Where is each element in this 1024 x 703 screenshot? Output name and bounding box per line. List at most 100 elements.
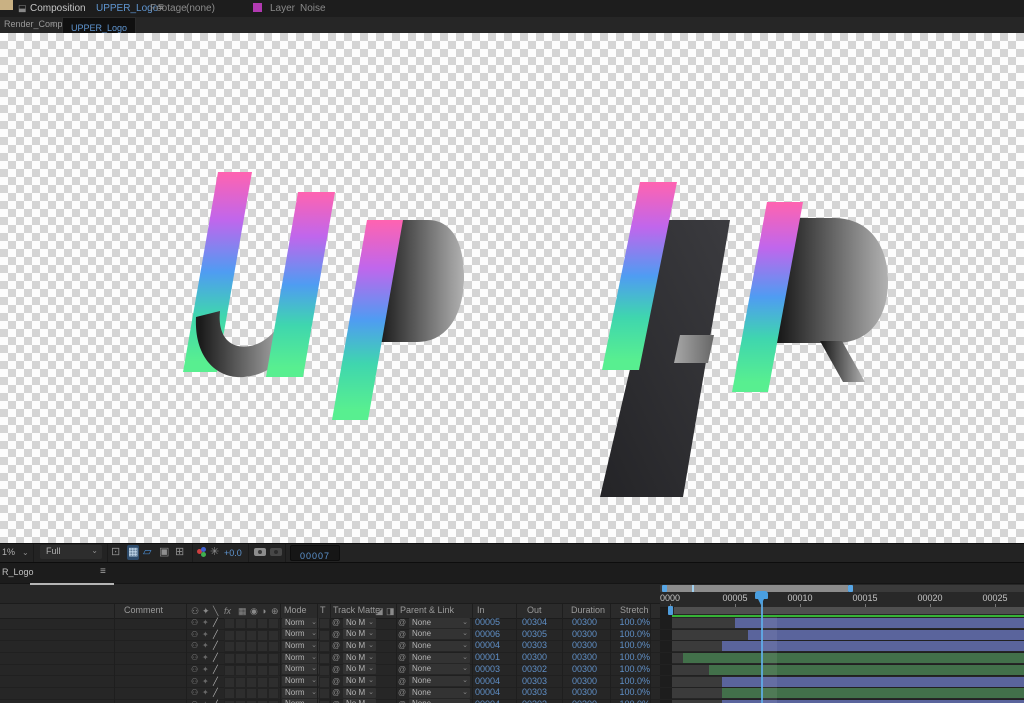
layer-switch-cell[interactable] xyxy=(268,676,279,688)
in-value[interactable]: 00004 xyxy=(460,699,500,703)
pickwhip-icon[interactable]: @ xyxy=(398,676,406,687)
region-of-interest-icon[interactable]: ▣ xyxy=(159,545,169,560)
out-value[interactable]: 00305 xyxy=(507,629,547,640)
timeline-tab[interactable]: R_Logo xyxy=(2,567,34,577)
pickwhip-icon[interactable]: @ xyxy=(332,652,340,663)
tab-footage-name[interactable]: (none) xyxy=(186,3,215,14)
exposure-value[interactable]: +0.0 xyxy=(224,548,242,558)
transparency-grid-icon[interactable]: ▦ xyxy=(127,545,140,560)
stretch-value[interactable]: 100.0% xyxy=(605,652,650,663)
collapse-icon[interactable]: ✦ xyxy=(202,676,209,687)
layer-switch-cell[interactable] xyxy=(235,688,246,700)
layer-duration-bar[interactable] xyxy=(709,664,1024,675)
time-ruler[interactable]: 0000 00005 00010 00015 00020 00025 xyxy=(660,592,1024,608)
shy-icon[interactable]: ⚇ xyxy=(191,617,198,628)
mode-dropdown[interactable]: Norm⌄ xyxy=(282,687,319,698)
shy-icon[interactable]: ⚇ xyxy=(191,676,198,687)
stretch-value[interactable]: 100.0% xyxy=(605,699,650,703)
frame-blend-icon[interactable]: ▦ xyxy=(238,605,247,617)
shy-icon[interactable]: ⚇ xyxy=(191,629,198,640)
shy-icon[interactable]: ⚇ xyxy=(191,699,198,703)
mode-dropdown[interactable]: Norm⌄ xyxy=(282,664,319,675)
column-comment[interactable]: Comment xyxy=(124,605,163,615)
pickwhip-icon[interactable]: @ xyxy=(398,652,406,663)
layer-switch-cell[interactable] xyxy=(268,664,279,676)
layer-switch-cell[interactable] xyxy=(246,641,257,653)
column-t[interactable]: T xyxy=(320,605,326,615)
layer-duration-bar[interactable] xyxy=(735,618,1024,628)
mask-visibility-icon[interactable]: ▱ xyxy=(143,545,151,560)
out-value[interactable]: 00302 xyxy=(507,664,547,675)
layer-switch-cell[interactable] xyxy=(257,653,268,665)
grid-options-icon[interactable]: ⊡ xyxy=(111,545,120,560)
pickwhip-icon[interactable]: @ xyxy=(398,640,406,651)
pickwhip-icon[interactable]: @ xyxy=(332,617,340,628)
out-value[interactable]: 00304 xyxy=(507,617,547,628)
out-value[interactable]: 00303 xyxy=(507,687,547,698)
threed-layer-icon[interactable]: ⊕ xyxy=(271,605,279,617)
t-switch-cell[interactable] xyxy=(319,676,330,688)
shy-icon[interactable]: ⚇ xyxy=(191,605,199,617)
in-value[interactable]: 00004 xyxy=(460,676,500,687)
layer-switch-cell[interactable] xyxy=(246,629,257,641)
stretch-value[interactable]: 100.0% xyxy=(605,617,650,628)
layer-duration-bar[interactable] xyxy=(748,629,1024,640)
resolution-dropdown[interactable]: Full ⌄ xyxy=(40,545,102,559)
collapse-icon[interactable]: ✦ xyxy=(202,687,209,698)
tab-layer-name[interactable]: Noise xyxy=(300,3,326,14)
track-matte-dropdown[interactable]: No M⌄ xyxy=(343,652,376,663)
duration-value[interactable]: 00300 xyxy=(557,699,597,703)
layer-switch-cell[interactable] xyxy=(246,676,257,688)
column-mode[interactable]: Mode xyxy=(284,605,307,615)
tab-footage[interactable]: Footage xyxy=(150,3,187,14)
guides-options-icon[interactable]: ⊞ xyxy=(175,545,184,560)
mode-dropdown[interactable]: Norm⌄ xyxy=(282,629,319,640)
collapse-icon[interactable]: ✦ xyxy=(202,617,209,628)
track-matte-dropdown[interactable]: No M⌄ xyxy=(343,664,376,675)
duration-value[interactable]: 00300 xyxy=(557,640,597,651)
pickwhip-icon[interactable]: @ xyxy=(398,664,406,675)
snapshot-camera-icon[interactable] xyxy=(254,548,266,556)
duration-value[interactable]: 00300 xyxy=(557,617,597,628)
pickwhip-icon[interactable]: @ xyxy=(332,664,340,675)
luma-matte-icon[interactable]: ◨ xyxy=(386,605,395,617)
in-value[interactable]: 00003 xyxy=(460,664,500,675)
quality-icon[interactable]: ╱ xyxy=(213,629,218,640)
duration-value[interactable]: 00300 xyxy=(557,629,597,640)
layer-switch-cell[interactable] xyxy=(246,618,257,629)
layer-switch-cell[interactable] xyxy=(224,688,235,700)
shy-icon[interactable]: ⚇ xyxy=(191,687,198,698)
composition-viewport[interactable] xyxy=(0,33,1024,543)
fx-icon[interactable]: fx xyxy=(224,605,231,617)
layer-switch-cell[interactable] xyxy=(235,618,246,629)
layer-switch-cell[interactable] xyxy=(235,653,246,665)
column-stretch[interactable]: Stretch xyxy=(620,605,649,615)
stretch-value[interactable]: 100.0% xyxy=(605,676,650,687)
collapse-icon[interactable]: ✦ xyxy=(202,629,209,640)
column-duration[interactable]: Duration xyxy=(571,605,605,615)
playhead-line[interactable] xyxy=(761,594,763,703)
t-switch-cell[interactable] xyxy=(319,629,330,641)
layer-switch-cell[interactable] xyxy=(235,664,246,676)
layer-switch-cell[interactable] xyxy=(268,641,279,653)
quality-icon[interactable]: ╱ xyxy=(213,699,218,703)
track-matte-dropdown[interactable]: No M⌄ xyxy=(343,676,376,686)
layer-switch-cell[interactable] xyxy=(246,688,257,700)
quality-icon[interactable]: ╱ xyxy=(213,652,218,663)
layer-switch-cell[interactable] xyxy=(257,688,268,700)
layer-switch-cell[interactable] xyxy=(268,688,279,700)
timeline-navigator[interactable] xyxy=(660,585,1024,592)
duration-value[interactable]: 00300 xyxy=(557,664,597,675)
layer-switch-cell[interactable] xyxy=(257,664,268,676)
tab-composition[interactable]: Composition xyxy=(30,3,86,14)
stretch-value[interactable]: 100.0% xyxy=(605,629,650,640)
layer-duration-bar[interactable] xyxy=(683,653,1024,664)
pickwhip-icon[interactable]: @ xyxy=(332,629,340,640)
layer-switch-cell[interactable] xyxy=(257,629,268,641)
column-in[interactable]: In xyxy=(477,605,485,615)
quality-icon[interactable]: ╱ xyxy=(213,687,218,698)
t-switch-cell[interactable] xyxy=(319,641,330,653)
motion-blur-icon[interactable]: ◉ xyxy=(250,605,258,617)
out-value[interactable]: 00303 xyxy=(507,676,547,687)
layer-switch-cell[interactable] xyxy=(246,664,257,676)
